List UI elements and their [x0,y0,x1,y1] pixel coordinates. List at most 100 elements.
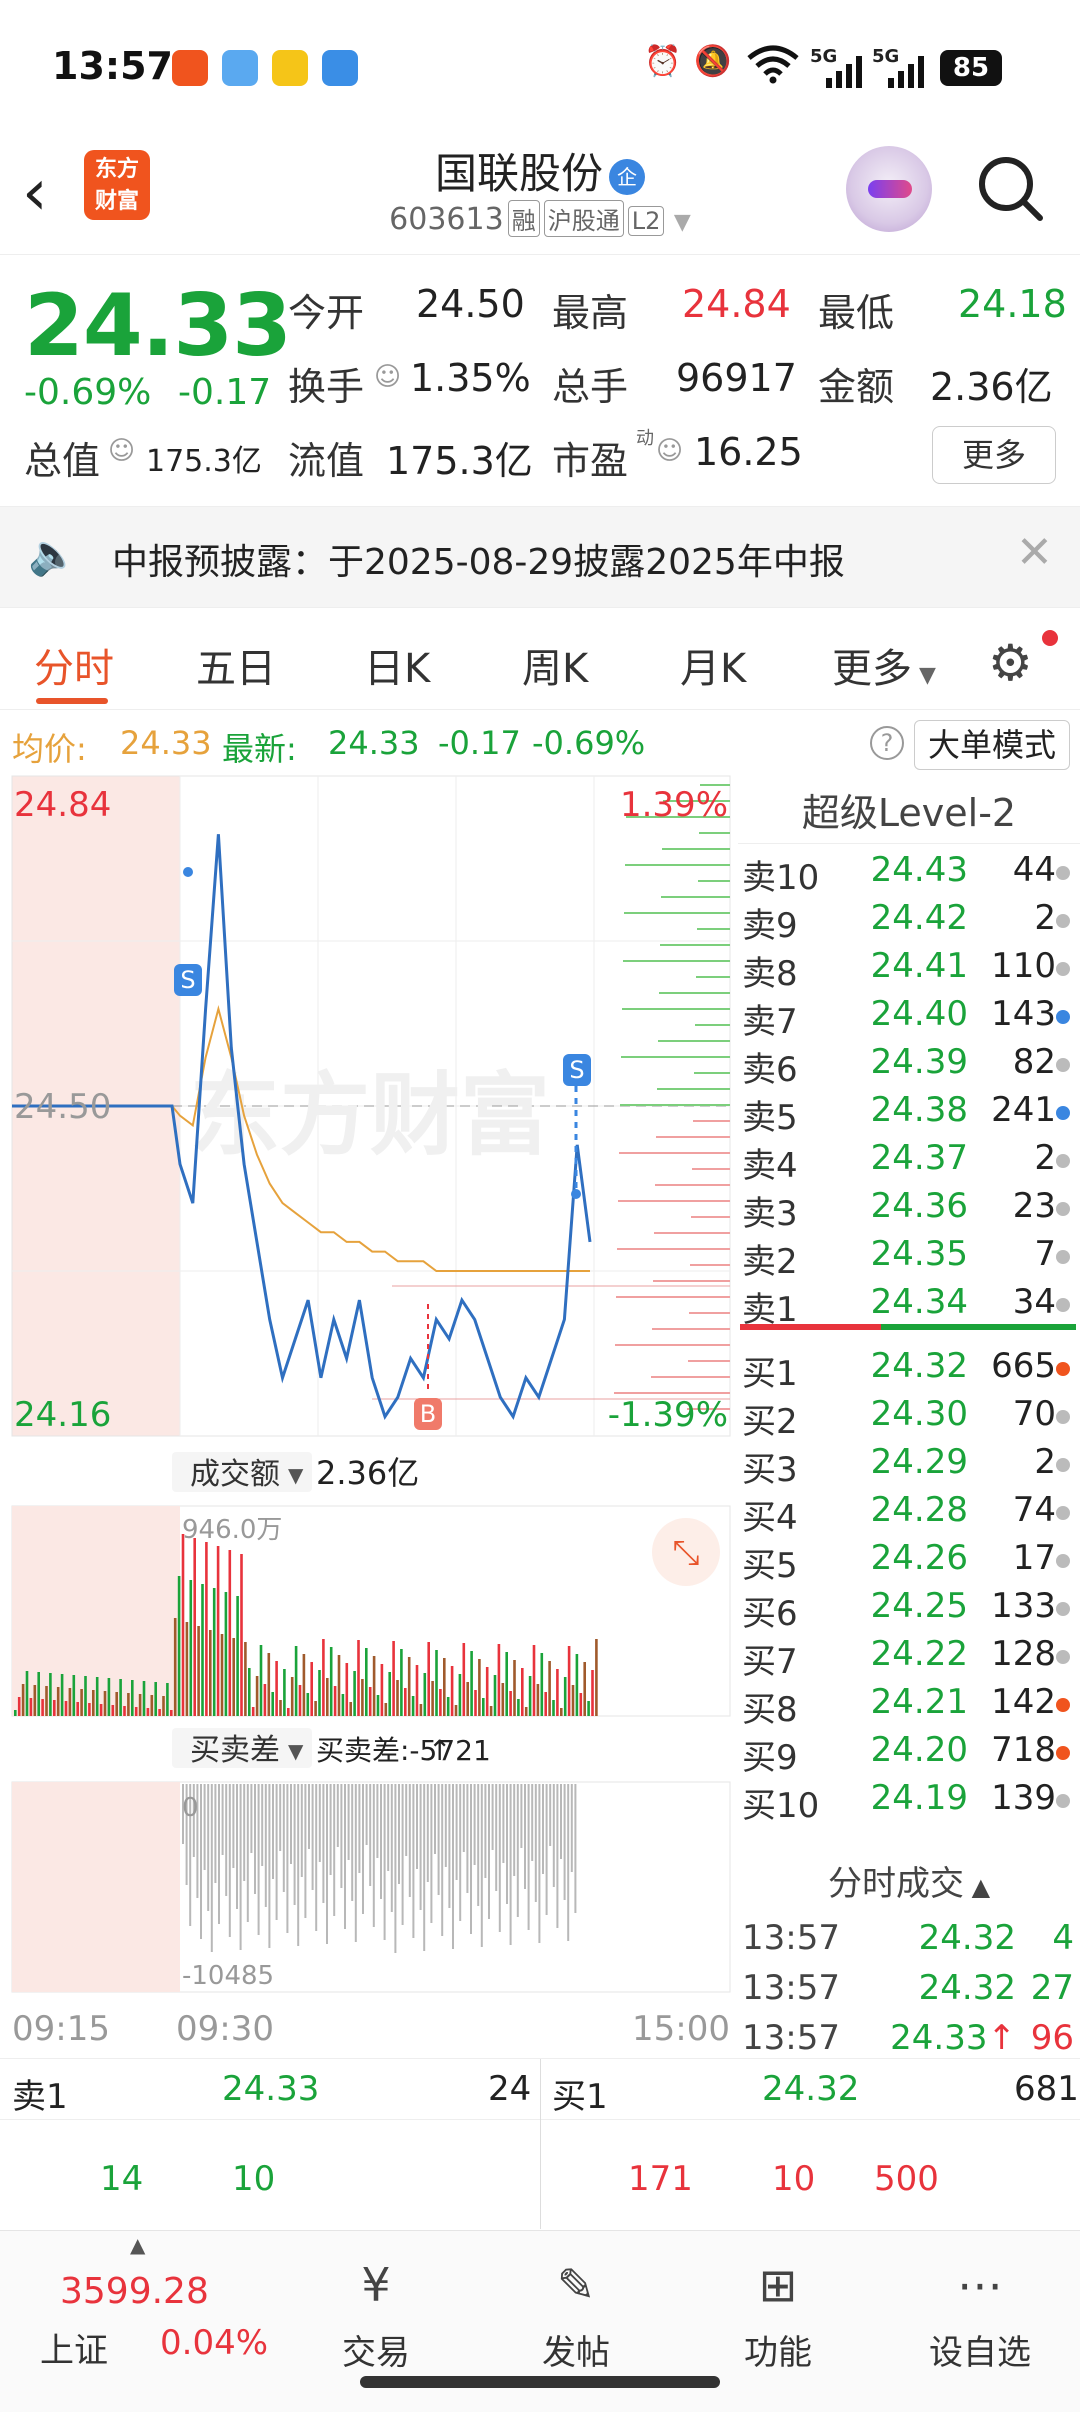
depth-bar [655,1184,730,1186]
bid-level-label: 买10 [742,1786,820,1826]
diff-bar [315,1784,318,1931]
bid-price: 24.28 [870,1490,968,1530]
diff-bar [344,1784,346,1929]
ask-price: 24.36 [870,1186,968,1226]
y-mid-price: 24.50 [14,1087,111,1127]
tab-weekly-k[interactable]: 周K [522,636,588,694]
bid-price: 24.22 [870,1634,968,1674]
ask-row[interactable]: 卖6 24.39 82 [738,1038,1080,1090]
bid-row[interactable]: 买6 24.25 133 [738,1582,1080,1634]
volume-bar [103,1691,107,1716]
depth-bar [653,1280,730,1282]
bid-row[interactable]: 买4 24.28 74 [738,1486,1080,1538]
bid-row[interactable]: 买10 24.19 139 [738,1774,1080,1826]
ask-row[interactable]: 卖4 24.37 2 [738,1134,1080,1186]
bid-row[interactable]: 买3 24.29 2 [738,1438,1080,1490]
sell1-volume: 24 [488,2069,532,2109]
bid-row[interactable]: 买1 24.32 665 [738,1342,1080,1394]
diff-bar [282,1784,285,1892]
volume-bar [76,1702,79,1716]
volume-bar [224,1592,228,1716]
tab-more[interactable]: 更多 ▼ [832,636,936,694]
volume-bar [575,1654,579,1716]
ask-row[interactable]: 卖5 24.38 241 [738,1086,1080,1138]
diff-bar [300,1784,303,1877]
tick-trade-row: 13:57 24.32 27 [742,1964,1080,2014]
ask-level-label: 卖8 [742,954,798,994]
ask-row[interactable]: 卖1 24.34 34 [738,1278,1080,1330]
bid-row[interactable]: 买9 24.20 718 [738,1726,1080,1778]
tab-intraday[interactable]: 分时 [34,636,114,694]
bid-row[interactable]: 买8 24.21 142 [738,1678,1080,1730]
volume-bar [99,1704,103,1716]
notice-banner[interactable]: 🔈 中报预披露：于2025-08-29披露2025年中报 ✕ [0,506,1080,608]
depth-bar [693,1120,730,1122]
notice-text: 中报预披露：于2025-08-29披露2025年中报 [112,542,845,583]
bid-level-label: 买5 [742,1546,798,1586]
info-icon[interactable]: ☺ [108,436,135,466]
diff-bar [401,1784,404,1925]
volume-bar [501,1683,505,1716]
tab-daily-k[interactable]: 日K [364,636,430,694]
tab-five-day[interactable]: 五日 [196,636,276,694]
ask-row[interactable]: 卖7 24.40 143 [738,990,1080,1042]
volume-bar [53,1700,56,1716]
bid-row[interactable]: 买2 24.30 70 [738,1390,1080,1442]
margin-tag: 融 [507,200,540,237]
search-icon[interactable] [976,154,1046,224]
buy1-price: 24.32 [762,2069,860,2109]
diff-bar [264,1784,267,1907]
nav-add-watchlist[interactable]: ⋯ 设自选 [900,2241,1060,2391]
close-icon[interactable]: ✕ [1016,527,1053,578]
depth-bar [695,1024,730,1026]
diff-bar [275,1784,278,1920]
volume-bar [548,1661,551,1716]
gear-icon[interactable]: ⚙ [988,634,1033,692]
index-percent[interactable]: 0.04% [160,2323,268,2363]
caret-down-icon: ▼ [912,663,936,688]
ask-volume: 2 [1034,1138,1056,1178]
index-value[interactable]: 3599.28 [60,2271,209,2312]
tick-price-value: 24.32 [918,1918,1016,1958]
volume-selector[interactable]: 成交额 [190,1457,280,1492]
volume-bar [587,1701,590,1716]
ask-row[interactable]: 卖8 24.41 110 [738,942,1080,994]
bid-volume: 74 [1012,1490,1056,1530]
ask-volume: 110 [991,946,1056,986]
assistant-robot-avatar[interactable] [846,146,932,232]
tick-trades-title[interactable]: 分时成交 ▲ [738,1854,1080,1914]
bid-indicator-dot [1056,1794,1070,1808]
help-icon[interactable]: ? [870,726,904,760]
ask-row[interactable]: 卖9 24.42 2 [738,894,1080,946]
wifi-icon [746,44,800,92]
nav-trade[interactable]: ¥ 交易 [296,2241,456,2391]
ask-row[interactable]: 卖2 24.35 7 [738,1230,1080,1282]
pe-dynamic-sup: 动 [636,428,654,449]
tick-volume: 96 [1030,2018,1074,2058]
bid-row[interactable]: 买5 24.26 17 [738,1534,1080,1586]
more-button[interactable]: 更多 [932,426,1056,484]
ask-row[interactable]: 卖3 24.36 23 [738,1182,1080,1234]
diff-bar [290,1784,292,1864]
diff-selector[interactable]: 买卖差 [190,1733,280,1768]
volume-bar [591,1670,594,1716]
depth-bar [654,1232,730,1234]
nav-functions[interactable]: ⊞ 功能 [698,2241,858,2391]
bid-indicator-dot [1056,1362,1070,1376]
diff-bar [214,1784,217,1883]
nav-post[interactable]: ✎ 发帖 [496,2241,656,2391]
info-icon[interactable]: ☺ [656,436,683,466]
index-name[interactable]: 上证 [40,2323,108,2372]
info-icon[interactable]: ☺ [374,362,401,392]
ask-row[interactable]: 卖10 24.43 44 [738,846,1080,898]
big-order-mode-button[interactable]: 大单模式 [914,720,1070,770]
volume-bar [478,1659,481,1716]
intraday-chart[interactable]: 东方财富 S S B 24.84 24.50 24.16 1.39% -1.39… [0,774,735,2064]
order-book-title: 超级Level-2 [738,782,1080,844]
tab-monthly-k[interactable]: 月K [680,636,746,694]
diff-bar [484,1784,487,1878]
bid-volume: 139 [991,1778,1056,1818]
volume-bar [485,1667,489,1716]
bid-row[interactable]: 买7 24.22 128 [738,1630,1080,1682]
volume-bar [283,1669,286,1716]
